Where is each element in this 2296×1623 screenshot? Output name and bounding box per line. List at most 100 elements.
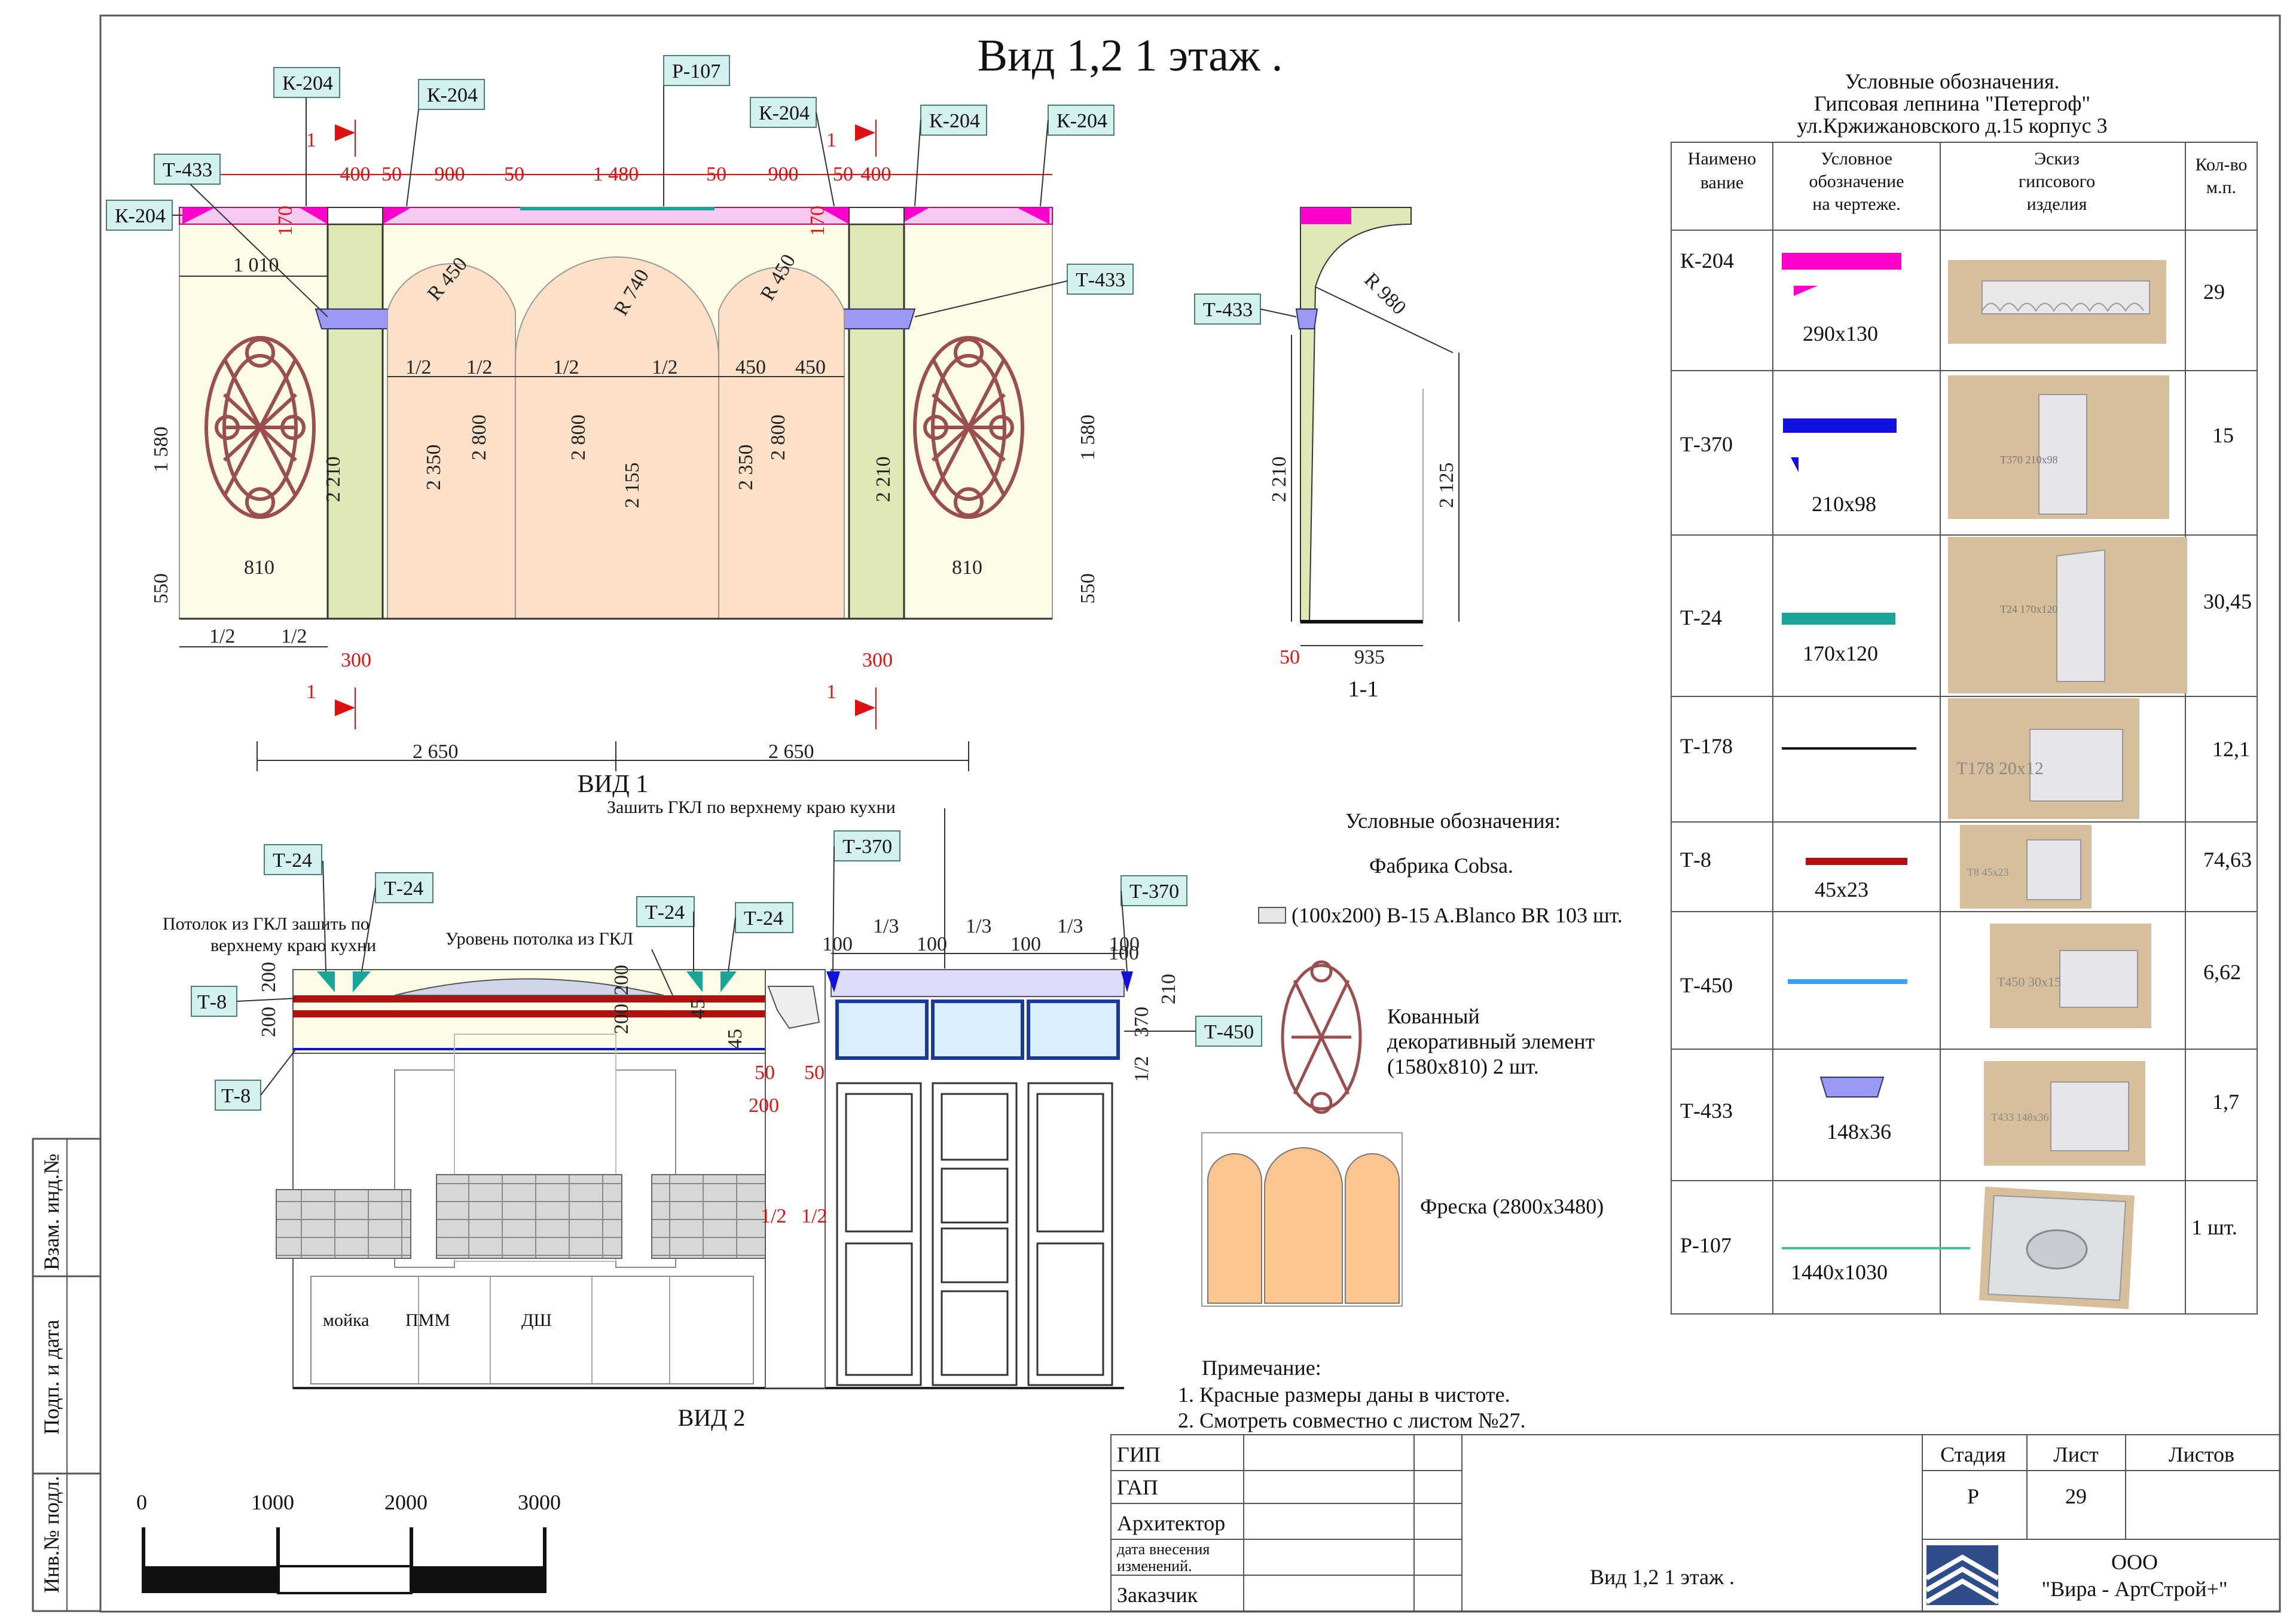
section-cornice: [1300, 207, 1351, 224]
section-caption: 1-1: [1348, 677, 1379, 702]
tag-t8: Т-8: [191, 986, 297, 1017]
svg-text:Т-370: Т-370: [842, 836, 892, 858]
svg-text:Р-107: Р-107: [672, 60, 720, 82]
svg-text:1: 1: [826, 129, 836, 151]
section-dims: R 980 2 210 2 125 50 935: [1268, 268, 1458, 668]
column-right: [848, 223, 905, 620]
tile-panel: [436, 1174, 622, 1259]
svg-text:Архитектор: Архитектор: [1117, 1511, 1225, 1535]
svg-text:450: 450: [795, 356, 826, 378]
table-row: Т-24 170х120 T24 170x120 30,45: [1680, 537, 2252, 693]
svg-text:1/2: 1/2: [209, 625, 235, 647]
svg-text:Т-8: Т-8: [221, 1085, 251, 1107]
view-1-caption: ВИД 1: [578, 771, 649, 798]
table-row: Т-433 148х36 T433 148x36 1,7: [1680, 1061, 2239, 1166]
table-row: Р-107 1440х1030 1 шт.: [1680, 1187, 2237, 1309]
note-ceiling: Потолок из ГКЛ зашить по верхнему краю к…: [163, 914, 376, 955]
svg-text:2. Смотреть совместно с листом: 2. Смотреть совместно с листом №27.: [1178, 1408, 1526, 1432]
svg-text:ГАП: ГАП: [1117, 1475, 1158, 1499]
svg-text:К-204: К-204: [427, 84, 478, 106]
svg-text:935: 935: [1354, 646, 1385, 668]
svg-text:Т-8: Т-8: [197, 991, 227, 1013]
svg-text:170: 170: [274, 206, 297, 236]
svg-text:К-204: К-204: [759, 102, 810, 124]
svg-text:30,45: 30,45: [2203, 589, 2252, 613]
svg-text:Т-433: Т-433: [1076, 269, 1125, 291]
svg-text:2 210: 2 210: [872, 457, 894, 503]
svg-text:2 210: 2 210: [1268, 457, 1290, 503]
svg-text:1/2: 1/2: [801, 1205, 827, 1227]
svg-text:Т-370: Т-370: [1129, 881, 1179, 903]
column-cap: [848, 207, 905, 225]
col-header: изделия: [2027, 194, 2087, 214]
table-row: К-204 290х130 29: [1680, 249, 2225, 346]
svg-text:900: 900: [768, 163, 799, 185]
tall-cabinets: [836, 1082, 1113, 1386]
svg-text:1: 1: [306, 129, 316, 151]
svg-text:300: 300: [862, 649, 893, 671]
table-row: Т-8 45х23 T8 45x23 74,63: [1680, 825, 2252, 909]
svg-text:1000: 1000: [251, 1490, 294, 1514]
svg-text:T24 170x120: T24 170x120: [2000, 603, 2058, 615]
table-header-line: Гипсовая лепнина "Петергоф": [1814, 91, 2090, 115]
section-profile: [1300, 207, 1412, 622]
capital-t433-left: [315, 308, 395, 329]
svg-text:Т-8: Т-8: [1680, 848, 1711, 872]
svg-text:200: 200: [258, 962, 280, 992]
svg-text:1 580: 1 580: [1077, 415, 1099, 461]
svg-text:1: 1: [826, 681, 836, 703]
tag-k204: К-204: [106, 200, 182, 231]
svg-text:К-204: К-204: [115, 205, 166, 227]
tile-swatch: [1258, 907, 1286, 924]
view-2-caption: ВИД 2: [678, 1404, 746, 1431]
col-header: вание: [1700, 173, 1744, 192]
tag-k204: К-204: [1040, 105, 1115, 207]
svg-text:148х36: 148х36: [1827, 1120, 1891, 1144]
note-level: Уровень потолка из ГКЛ: [445, 929, 633, 949]
svg-text:12,1: 12,1: [2212, 737, 2250, 761]
svg-text:2 800: 2 800: [567, 415, 590, 461]
svg-text:Листов: Листов: [2169, 1442, 2234, 1466]
svg-text:6,62: 6,62: [2203, 960, 2241, 984]
tag-t433: Т-433: [1194, 294, 1297, 325]
sheet-value: 29: [2065, 1484, 2087, 1508]
svg-text:2 800: 2 800: [468, 415, 490, 461]
svg-text:Инв.№ подл.: Инв.№ подл.: [39, 1476, 63, 1593]
col-header: Эскиз: [2034, 149, 2080, 169]
svg-text:300: 300: [341, 649, 371, 671]
forged-element-right: [913, 336, 1024, 519]
svg-text:Т-450: Т-450: [1204, 1021, 1254, 1043]
view-1: 400 50 900 50 1 480 50 900 50 400 170 1 …: [106, 55, 1134, 798]
svg-text:1 010: 1 010: [233, 254, 279, 276]
svg-text:810: 810: [244, 557, 274, 579]
svg-text:1. Красные размеры даны в чист: 1. Красные размеры даны в чистоте.: [1178, 1383, 1510, 1407]
svg-text:Стадия: Стадия: [1940, 1442, 2006, 1466]
tag-t24: Т-24: [636, 896, 695, 971]
tag-k204: К-204: [914, 105, 987, 207]
svg-text:2 350: 2 350: [423, 445, 445, 491]
svg-text:210: 210: [1158, 974, 1180, 1004]
svg-text:2 155: 2 155: [621, 463, 643, 509]
svg-text:T433 148x36: T433 148x36: [1991, 1111, 2049, 1123]
svg-text:100: 100: [1109, 942, 1139, 964]
svg-text:400: 400: [861, 163, 891, 185]
tile-panel: [276, 1189, 411, 1259]
svg-text:1: 1: [306, 681, 316, 703]
svg-text:2 800: 2 800: [767, 415, 789, 461]
svg-text:Т-433: Т-433: [1203, 299, 1253, 321]
cabinet-label: мойка: [323, 1310, 369, 1330]
column-cap: [327, 207, 383, 225]
svg-text:29: 29: [2203, 280, 2225, 304]
svg-text:Т-24: Т-24: [1680, 606, 1722, 629]
legend-forged: Кованный декоративный элемент (1580х810)…: [1387, 1004, 1600, 1078]
svg-text:100: 100: [822, 933, 853, 955]
column-left: [326, 223, 384, 620]
svg-text:170х120: 170х120: [1803, 641, 1878, 665]
table-row: Т-178 T178 20x12 12,1: [1680, 698, 2250, 819]
col-header: гипсового: [2019, 172, 2095, 191]
svg-text:210х98: 210х98: [1812, 492, 1876, 516]
svg-text:Примечание:: Примечание:: [1202, 1356, 1321, 1380]
svg-text:1440х1030: 1440х1030: [1791, 1260, 1888, 1284]
svg-text:1/2: 1/2: [553, 356, 579, 378]
svg-text:45х23: 45х23: [1815, 878, 1868, 901]
